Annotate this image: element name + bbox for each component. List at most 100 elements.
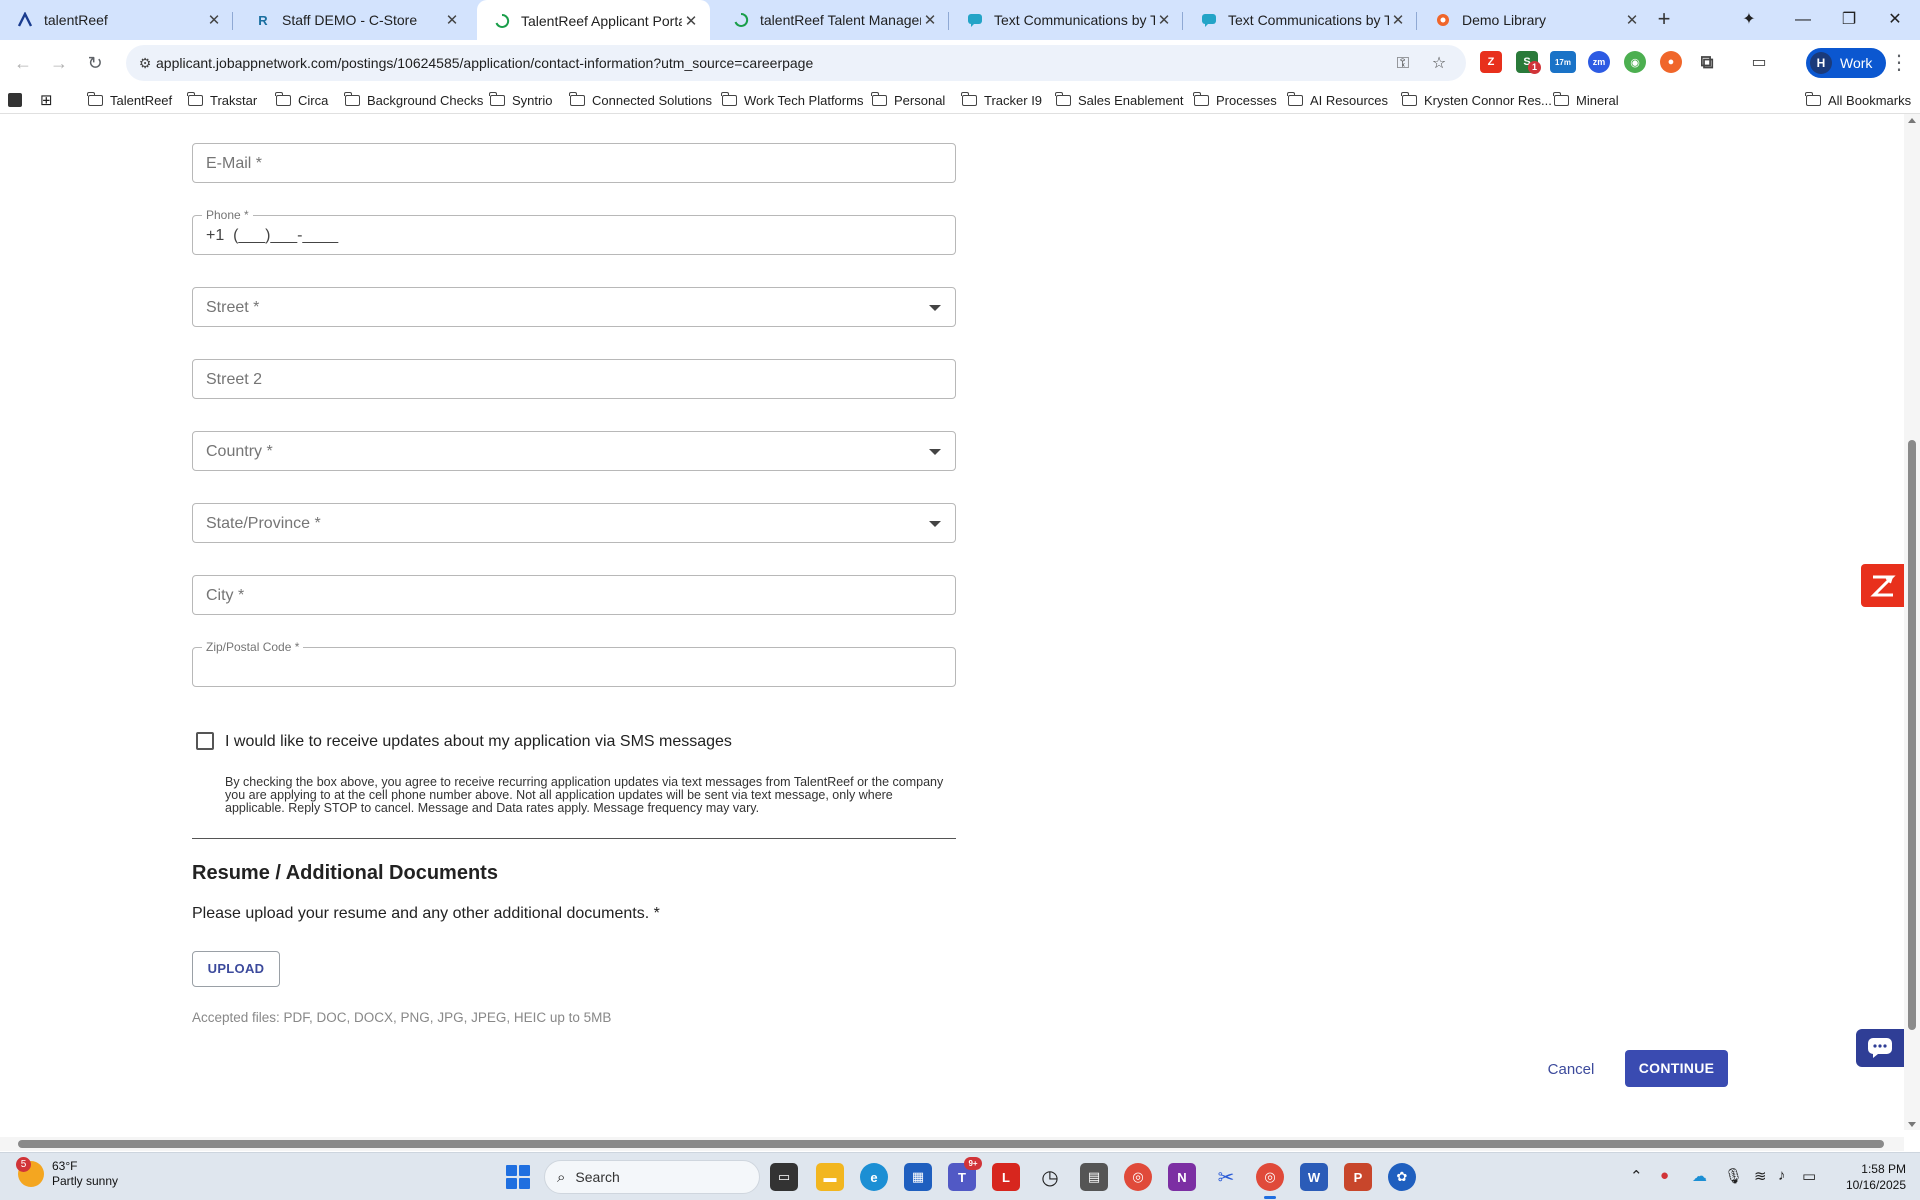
bookmark-talentreef[interactable]: TalentReef [87, 90, 172, 110]
orange-extension-icon[interactable]: ● [1660, 51, 1682, 73]
battery-icon[interactable]: ▭ [1802, 1167, 1816, 1185]
scrollbar-thumb[interactable] [18, 1140, 1884, 1148]
menu-kebab-icon[interactable]: ⋮ [1884, 48, 1914, 78]
chrome-icon[interactable]: ◎ [1124, 1163, 1152, 1191]
tab-talentreef[interactable]: talentReef ✕ [0, 0, 233, 40]
tab-search-icon[interactable]: ▭ [1748, 51, 1770, 73]
wifi-icon[interactable]: ≋ [1754, 1167, 1767, 1185]
windows-start-icon[interactable] [506, 1165, 530, 1189]
zoom-extension-icon[interactable]: zm [1588, 51, 1610, 73]
onenote-icon[interactable]: N [1168, 1163, 1196, 1191]
close-icon[interactable]: ✕ [682, 12, 700, 30]
bookmark-background-checks[interactable]: Background Checks [344, 90, 483, 110]
tray-app-icon[interactable]: ● [1660, 1167, 1669, 1184]
bookmark-syntrio[interactable]: Syntrio [489, 90, 552, 110]
zip-field[interactable]: Zip/Postal Code * [192, 640, 956, 687]
reload-button[interactable]: ↻ [80, 48, 110, 78]
back-button[interactable]: ← [8, 48, 38, 78]
chrome-work-icon[interactable]: ◎ [1256, 1163, 1284, 1199]
android-extension-icon[interactable]: ◉ [1624, 51, 1646, 73]
apps-grid-icon[interactable]: ⊞ [40, 90, 53, 110]
bookmark-krysten-connor[interactable]: Krysten Connor Res... [1401, 90, 1552, 110]
zoom-z-widget-icon[interactable] [1861, 564, 1904, 607]
minimize-button[interactable]: — [1780, 0, 1826, 40]
taskbar-search[interactable]: ⌕ Search [544, 1160, 760, 1194]
sms-checkbox[interactable] [196, 732, 214, 750]
close-icon[interactable]: ✕ [443, 11, 461, 29]
all-bookmarks[interactable]: All Bookmarks [1805, 90, 1911, 110]
tab-text-comm-2[interactable]: Text Communications by Talent ✕ [1184, 0, 1417, 40]
password-key-icon[interactable]: ⚿ [1392, 53, 1414, 75]
new-tab-button[interactable]: + [1650, 6, 1678, 34]
tab-applicant-portal[interactable]: TalentReef Applicant Portal ✕ [477, 0, 710, 41]
state-select[interactable]: State/Province * [192, 503, 956, 543]
close-icon[interactable]: ✕ [1623, 11, 1641, 29]
scroll-down-arrow-icon[interactable] [1908, 1122, 1916, 1127]
bookmark-trakstar[interactable]: Trakstar [187, 90, 257, 110]
bookmark-processes[interactable]: Processes [1193, 90, 1277, 110]
close-icon[interactable]: ✕ [1155, 11, 1173, 29]
horizontal-scrollbar[interactable] [0, 1137, 1904, 1151]
restore-button[interactable]: ❐ [1826, 0, 1872, 40]
bookmark-tracker-i9[interactable]: Tracker I9 [961, 90, 1042, 110]
bookmark-star-icon[interactable]: ☆ [1428, 53, 1450, 75]
street-select[interactable]: Street * [192, 287, 956, 327]
tab-talent-management[interactable]: talentReef Talent Management ✕ [716, 0, 949, 40]
clock-app-icon[interactable]: ◷ [1036, 1163, 1064, 1191]
task-view-icon[interactable]: ▭ [770, 1163, 798, 1191]
address-bar[interactable]: ⚙ applicant.jobappnetwork.com/postings/1… [126, 45, 1466, 81]
teams-icon[interactable]: T 9+ [948, 1157, 982, 1191]
gemini-icon[interactable]: ✦ [1726, 0, 1772, 40]
volume-icon[interactable]: ♪ [1778, 1167, 1786, 1184]
weather-widget[interactable]: 5 63°F Partly sunny [16, 1157, 118, 1189]
bookmark-connected-solutions[interactable]: Connected Solutions [569, 90, 712, 110]
phone-field[interactable]: Phone * +1 (___)___-____ [192, 208, 956, 255]
lastpass-icon[interactable]: L [992, 1163, 1020, 1191]
timer-extension-icon[interactable]: 17m [1550, 51, 1576, 73]
powerpoint-icon[interactable]: P [1344, 1163, 1372, 1191]
bookmark-square-icon[interactable] [8, 90, 22, 110]
scrollbar-thumb[interactable] [1908, 440, 1916, 1030]
close-icon[interactable]: ✕ [205, 11, 223, 29]
store-icon[interactable]: ▦ [904, 1163, 932, 1191]
profile-button[interactable]: H Work [1806, 48, 1886, 78]
bookmark-personal[interactable]: Personal [871, 90, 945, 110]
s-extension-icon[interactable]: S 1 [1516, 51, 1541, 74]
bookmark-circa[interactable]: Circa [275, 90, 328, 110]
zoom-z-extension-icon[interactable]: Z [1480, 51, 1502, 73]
calculator-icon[interactable]: ▤ [1080, 1163, 1108, 1191]
tab-staff-demo[interactable]: R Staff DEMO - C-Store ✕ [238, 0, 471, 40]
close-icon[interactable]: ✕ [921, 11, 939, 29]
forward-button[interactable]: → [44, 48, 74, 78]
sms-checkbox-label[interactable]: I would like to receive updates about my… [225, 733, 732, 751]
vertical-scrollbar[interactable] [1904, 114, 1920, 1130]
close-icon[interactable]: ✕ [1389, 11, 1407, 29]
tray-chevron-icon[interactable]: ⌃ [1630, 1167, 1643, 1185]
country-select[interactable]: Country * [192, 431, 956, 471]
bookmark-work-tech-platforms[interactable]: Work Tech Platforms [721, 90, 863, 110]
edge-icon[interactable]: e [860, 1163, 888, 1191]
street2-field[interactable]: Street 2 [192, 359, 956, 399]
chat-widget-icon[interactable] [1856, 1029, 1904, 1067]
email-field[interactable]: E-Mail * [192, 143, 956, 183]
bookmark-ai-resources[interactable]: AI Resources [1287, 90, 1388, 110]
close-window-button[interactable]: ✕ [1872, 0, 1918, 40]
city-field[interactable]: City * [192, 575, 956, 615]
bookmark-sales-enablement[interactable]: Sales Enablement [1055, 90, 1184, 110]
microphone-icon[interactable]: 🎙︎ [1724, 1167, 1743, 1185]
tab-demo-library[interactable]: Demo Library ✕ [1418, 0, 1651, 40]
tab-text-comm-1[interactable]: Text Communications by Talent ✕ [950, 0, 1183, 40]
cancel-button[interactable]: Cancel [1536, 1052, 1606, 1088]
clock[interactable]: 1:58 PM 10/16/2025 [1836, 1161, 1906, 1193]
word-icon[interactable]: W [1300, 1163, 1328, 1191]
scroll-up-arrow-icon[interactable] [1908, 118, 1916, 123]
bookmark-mineral[interactable]: Mineral [1553, 90, 1619, 110]
file-explorer-icon[interactable]: ▬ [816, 1163, 844, 1191]
app-settings-icon[interactable]: ✿ [1388, 1163, 1416, 1191]
continue-button[interactable]: CONTINUE [1625, 1050, 1728, 1087]
onedrive-icon[interactable]: ☁ [1692, 1167, 1707, 1185]
snipping-tool-icon[interactable]: ✂ [1212, 1163, 1240, 1191]
upload-button[interactable]: UPLOAD [192, 951, 280, 987]
extensions-puzzle-icon[interactable]: ⧉ [1696, 51, 1718, 73]
site-settings-icon[interactable]: ⚙ [134, 52, 156, 74]
